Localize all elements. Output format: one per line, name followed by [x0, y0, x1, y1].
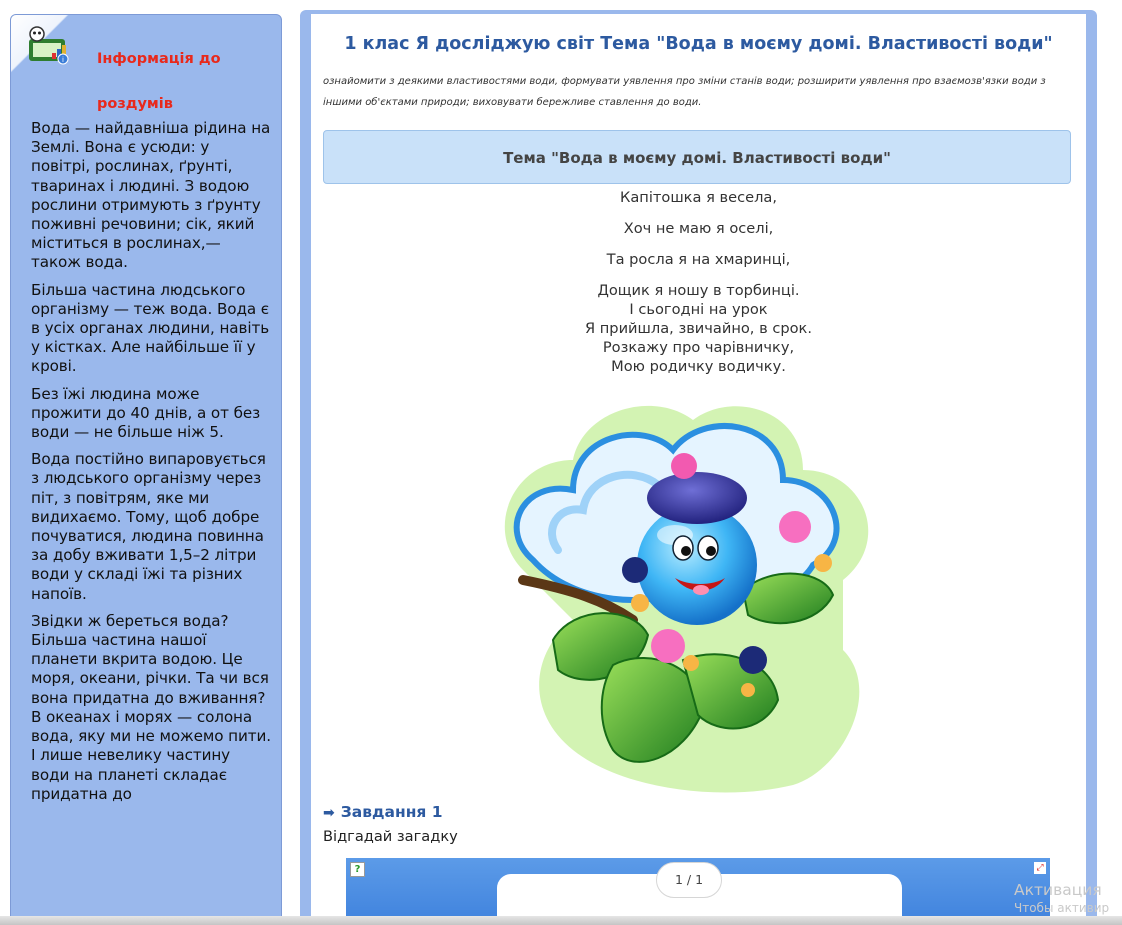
main-frame: 1 клас Я досліджую світ Тема "Вода в моє…: [300, 10, 1097, 925]
topic-banner: Тема "Вода в моєму домі. Властивості вод…: [323, 130, 1071, 184]
poem-line: Розкажу про чарівничку,: [602, 339, 795, 356]
sidebar-paragraph: Вода постійно випаровується з людського …: [31, 450, 266, 603]
arrow-right-icon: ➡: [323, 805, 335, 821]
poem-line: І сьогодні на урок: [629, 301, 768, 318]
watermark-line: Чтобы активир: [1014, 901, 1110, 915]
sidebar-paragraph: Вода — найдавніша рідина на Землі. Вона …: [31, 119, 271, 272]
poem-line: Дощик я ношу в торбинці.: [597, 282, 800, 299]
info-sidebar: i Інформація до роздумів Вода — найдавні…: [10, 14, 282, 925]
poem-line: Та росла я на хмаринці,: [606, 251, 791, 268]
horizontal-scrollbar[interactable]: [0, 916, 1122, 925]
poem-line: Капітошка я весела,: [620, 189, 777, 206]
task-title: Завдання 1: [340, 803, 443, 821]
sidebar-text: Вода — найдавніша рідина на Землі. Вона …: [11, 119, 281, 804]
info-panda-icon: i: [29, 26, 69, 65]
page-counter: 1 / 1: [656, 862, 722, 898]
sidebar-paragraph: Більша частина людського організму — теж…: [31, 280, 270, 376]
poem-line: Хоч не маю я оселі,: [623, 220, 774, 237]
poem: Капітошка я весела, Хоч не маю я оселі, …: [311, 188, 1086, 376]
lesson-description: ознайомити з деякими властивостями води,…: [323, 76, 1046, 108]
main-content: 1 клас Я досліджую світ Тема "Вода в моє…: [311, 14, 1086, 925]
water-drop-mascot-image: [504, 405, 869, 793]
quiz-widget[interactable]: ? ⤢ 1 / 1: [346, 858, 1050, 925]
fullscreen-icon[interactable]: ⤢: [1034, 862, 1046, 874]
task-instruction: Відгадай загадку: [323, 828, 458, 845]
sidebar-title: Інформація до роздумів: [97, 51, 221, 112]
sidebar-paragraph: Звідки ж береться вода? Більша частина н…: [31, 611, 271, 803]
help-icon[interactable]: ?: [350, 862, 365, 877]
task-heading: ➡ Завдання 1: [323, 803, 443, 821]
sidebar-header: i Інформація до роздумів: [11, 15, 281, 119]
page-title: 1 клас Я досліджую світ Тема "Вода в моє…: [344, 34, 1053, 54]
activation-watermark: Активация Чтобы активир: [1014, 880, 1109, 916]
svg-text:i: i: [62, 56, 64, 64]
poem-line: Я прийшла, звичайно, в срок.: [584, 320, 812, 337]
sidebar-paragraph: Без їжі людина може прожити до 40 днів, …: [31, 384, 261, 442]
watermark-line: Активация: [1014, 881, 1102, 899]
poem-line: Мою родичку водичку.: [611, 358, 786, 375]
